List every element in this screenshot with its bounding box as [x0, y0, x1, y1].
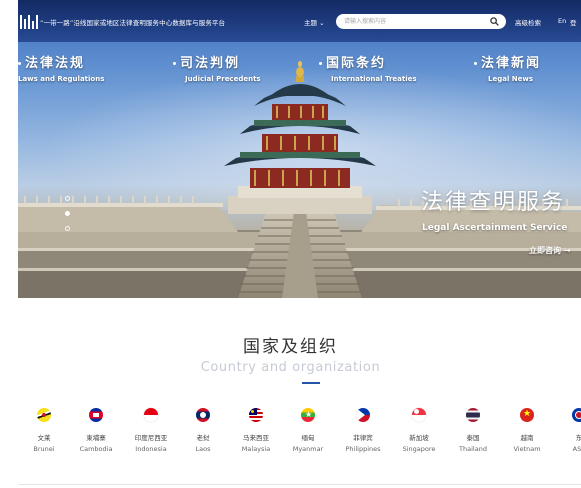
logo-icon[interactable]	[20, 15, 38, 29]
search-box	[336, 14, 506, 29]
top-bar: “一带一路”沿线国家或地区法律查明服务中心数据库与服务平台 主题 ⌄ 高级检索 …	[18, 0, 581, 42]
country-name-en: Thailand	[459, 445, 487, 453]
country-myanmar[interactable]: ★ 缅甸 Myanmar	[278, 408, 338, 453]
country-name-cn: 柬埔寨	[86, 434, 106, 442]
country-name-cn: 马来西亚	[243, 434, 269, 442]
consult-now-link[interactable]: 立即咨询 →	[529, 245, 571, 256]
nav-dot-icon	[474, 62, 477, 65]
page: “一带一路”沿线国家或地区法律查明服务中心数据库与服务平台 主题 ⌄ 高级检索 …	[0, 0, 581, 488]
slide-dot-1[interactable]	[65, 196, 70, 201]
country-name-en: Indonesia	[135, 445, 167, 453]
country-malaysia[interactable]: 马来西亚 Malaysia	[226, 408, 286, 453]
search-input[interactable]	[344, 17, 484, 26]
nav-label-cn: 国际条约	[326, 56, 387, 71]
country-name-cn: 缅甸	[301, 434, 315, 442]
country-indonesia[interactable]: 印度尼西亚 Indonesia	[121, 408, 181, 453]
country-singapore[interactable]: 新加坡 Singapore	[389, 408, 449, 453]
section-subtitle: Country and organization	[200, 360, 381, 375]
country-brunei[interactable]: 文莱 Brunei	[14, 408, 74, 453]
nav-legal-news[interactable]: 法律新闻 Legal News	[474, 52, 541, 83]
country-name-en: Philippines	[345, 445, 381, 453]
country-name-en: Vietnam	[513, 445, 541, 453]
nav-label-en: Legal News	[488, 75, 534, 83]
search-icon[interactable]	[490, 17, 499, 26]
malaysia-flag-icon	[249, 408, 263, 422]
singapore-flag-icon	[412, 408, 426, 422]
country-name-cn: 泰国	[466, 434, 480, 442]
country-vietnam[interactable]: ★ 越南 Vietnam	[497, 408, 557, 453]
section-accent-line	[302, 382, 320, 384]
vietnam-flag-icon: ★	[520, 408, 534, 422]
laos-flag-icon	[196, 408, 210, 422]
philippines-flag-icon	[356, 408, 370, 422]
login-link[interactable]: 登	[570, 17, 577, 27]
country-name-cn: 菲律宾	[353, 434, 373, 442]
country-cambodia[interactable]: 柬埔寨 Cambodia	[66, 408, 126, 453]
nav-international-treaties[interactable]: 国际条约 International Treaties	[319, 52, 417, 83]
country-name-cn: 新加坡	[409, 434, 429, 442]
brunei-flag-icon	[37, 408, 51, 422]
country-name-cn: 印度尼西亚	[134, 434, 168, 442]
country-name-cn: 越南	[520, 434, 534, 442]
country-name-cn: 东	[575, 434, 581, 442]
language-en-link[interactable]: En	[558, 17, 566, 25]
hero-subtitle: Legal Ascertainment Service	[422, 223, 568, 233]
indonesia-flag-icon	[144, 408, 158, 422]
country-philippines[interactable]: 菲律宾 Philippines	[333, 408, 393, 453]
myanmar-flag-icon: ★	[301, 408, 315, 422]
nav-judicial-precedents[interactable]: 司法判例 Judicial Precedents	[173, 52, 261, 83]
country-name-en: Brunei	[33, 445, 55, 453]
country-name-en: Laos	[195, 445, 211, 453]
hero-title: 法律查明服务	[421, 190, 566, 215]
country-name-en: Cambodia	[79, 445, 113, 453]
country-laos[interactable]: 老挝 Laos	[173, 408, 233, 453]
hero-banner: “一带一路”沿线国家或地区法律查明服务中心数据库与服务平台 主题 ⌄ 高级检索 …	[18, 0, 581, 298]
country-name-cn: 文莱	[37, 434, 51, 442]
country-asean[interactable]: 东 ASE	[549, 408, 581, 453]
nav-laws-regulations[interactable]: 法律法规 Laws and Regulations	[18, 52, 104, 83]
country-name-en: Malaysia	[241, 445, 271, 453]
advanced-search-link[interactable]: 高级检索	[515, 17, 541, 27]
nav-dot-icon	[18, 62, 21, 65]
nav-label-cn: 法律法规	[25, 56, 86, 71]
site-title[interactable]: “一带一路”沿线国家或地区法律查明服务中心数据库与服务平台	[40, 17, 225, 27]
cambodia-flag-icon	[89, 408, 103, 422]
nav-label-en: Laws and Regulations	[18, 75, 105, 83]
asean-flag-icon	[572, 408, 581, 422]
country-name-en: ASE	[572, 445, 581, 453]
country-name-en: Myanmar	[292, 445, 324, 453]
nav-label-cn: 法律新闻	[481, 56, 542, 71]
country-thailand[interactable]: 泰国 Thailand	[443, 408, 503, 453]
slide-dot-3[interactable]	[65, 226, 70, 231]
country-name-cn: 老挝	[196, 434, 210, 442]
arrow-right-icon: →	[564, 246, 571, 255]
nav-label-en: International Treaties	[331, 75, 417, 83]
topic-dropdown[interactable]: 主题 ⌄	[304, 17, 325, 27]
nav-dot-icon	[319, 62, 322, 65]
nav-dot-icon	[173, 62, 176, 65]
footer-divider	[18, 484, 581, 485]
nav-label-en: Judicial Precedents	[185, 75, 261, 83]
consult-label: 立即咨询	[529, 246, 561, 255]
country-name-en: Singapore	[402, 445, 436, 453]
thailand-flag-icon	[466, 408, 480, 422]
section-title: 国家及组织	[243, 337, 338, 357]
slide-dot-2[interactable]	[65, 211, 70, 216]
nav-label-cn: 司法判例	[180, 56, 241, 71]
temple-of-heaven-image	[18, 61, 581, 298]
